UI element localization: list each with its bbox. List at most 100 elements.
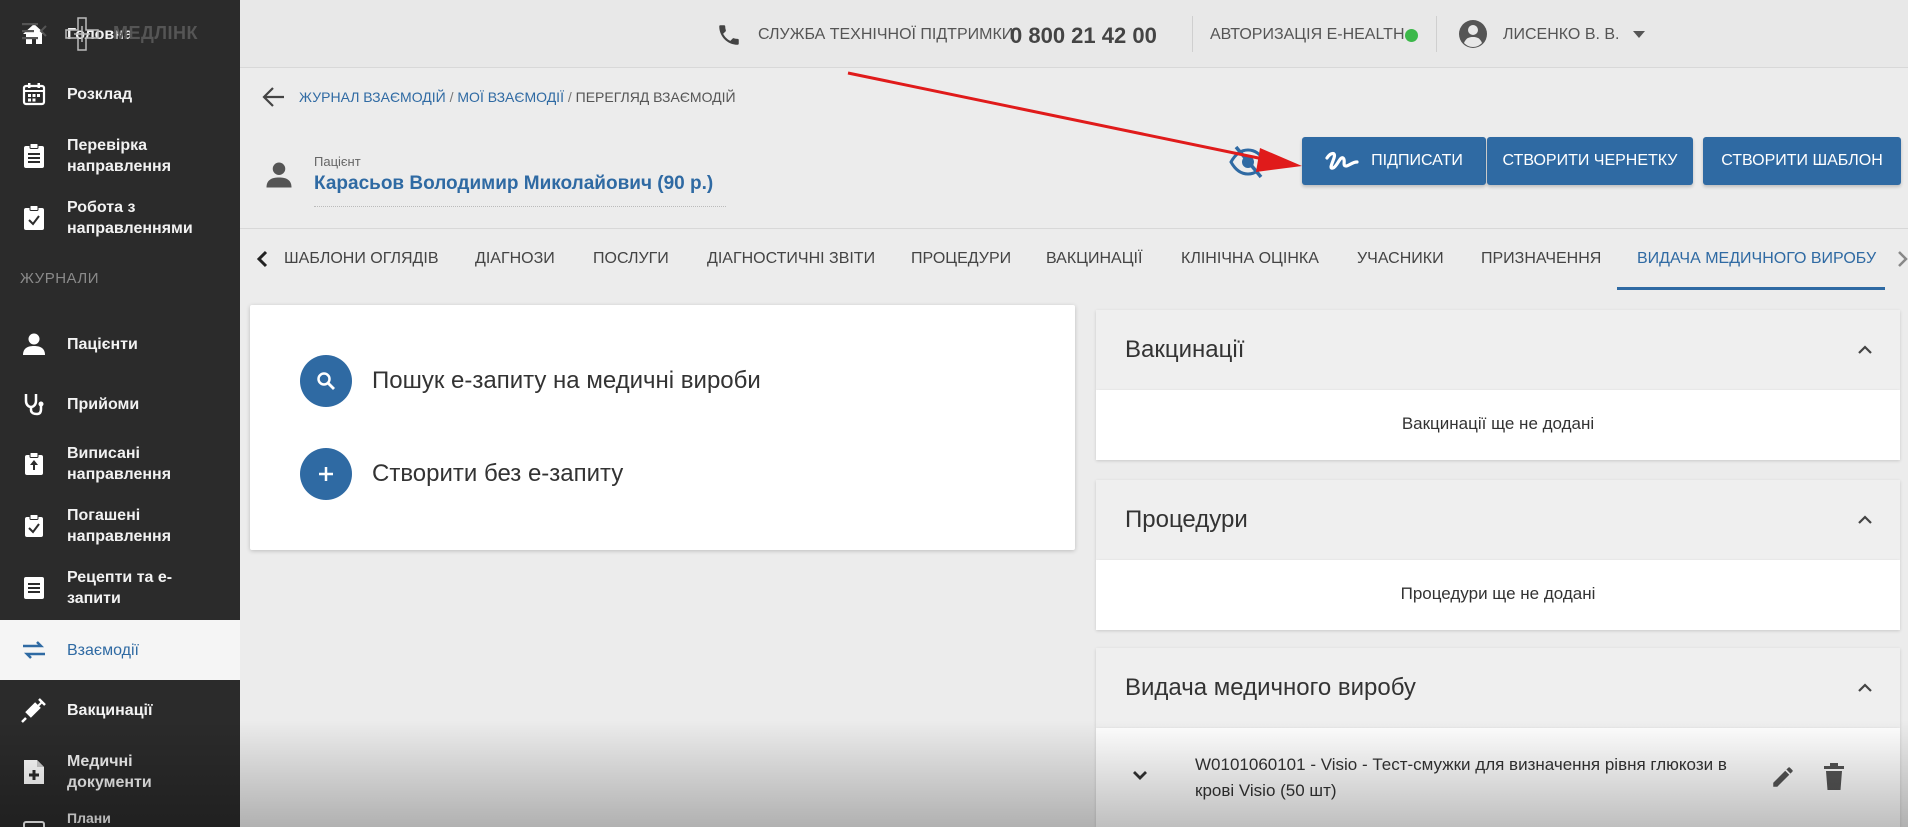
sidebar-item-medical-documents[interactable]: Медичні документи — [0, 750, 240, 794]
sidebar-item-label: Пацієнти — [67, 335, 138, 353]
sidebar-item-patients[interactable]: Пацієнти — [0, 324, 240, 364]
chevron-down-icon[interactable] — [1130, 768, 1150, 782]
tab-procedures[interactable]: ПРОЦЕДУРИ — [911, 250, 1011, 268]
sidebar-item-label: Погашені направлення — [67, 507, 172, 545]
sidebar-item-label: Медичні документи — [67, 753, 152, 791]
ehealth-auth-label[interactable]: АВТОРИЗАЦІЯ E-HEALTH — [1210, 26, 1405, 44]
swap-icon — [20, 636, 48, 664]
chevron-up-icon[interactable] — [1856, 513, 1874, 525]
tab-vaccinations[interactable]: ВАКЦИНАЦІЇ — [1046, 250, 1142, 268]
header-divider — [1192, 16, 1193, 52]
sidebar-item-prescriptions[interactable]: Рецепти та е- запити — [0, 566, 240, 610]
list-icon — [20, 574, 48, 602]
sidebar-item-plans[interactable]: Плани — [0, 810, 240, 827]
sidebar-item-issued-referrals[interactable]: Виписані направлення — [0, 442, 240, 486]
sidebar-item-appointments[interactable]: Прийоми — [0, 384, 240, 424]
procedures-empty-text: Процедури ще не додані — [1400, 584, 1596, 603]
patient-person-icon — [264, 160, 294, 190]
sidebar-item-label: Плани — [67, 810, 111, 826]
sidebar-item-label: Прийоми — [67, 395, 140, 413]
breadcrumb-link-my-interactions[interactable]: МОЇ ВЗАЄМОДІЇ — [457, 89, 564, 105]
breadcrumb: ЖУРНАЛ ВЗАЄМОДІЙ / МОЇ ВЗАЄМОДІЇ / ПЕРЕГ… — [299, 89, 736, 105]
medlink-logo-icon — [62, 14, 102, 54]
tab-clinical-assessment[interactable]: КЛІНІЧНА ОЦІНКА — [1181, 250, 1319, 268]
support-label: СЛУЖБА ТЕХНІЧНОЇ ПІДТРИМКИ — [758, 26, 1014, 43]
signature-icon — [1325, 151, 1359, 170]
person-icon — [20, 330, 48, 358]
create-template-button[interactable]: СТВОРИТИ ШАБЛОН — [1703, 137, 1901, 185]
sidebar-item-label: Вакцинації — [67, 701, 153, 719]
patient-underline — [314, 206, 726, 207]
clipboard-list-icon — [20, 142, 48, 170]
tab-services[interactable]: ПОСЛУГИ — [593, 250, 669, 268]
sidebar-item-label: Виписані направлення — [67, 445, 172, 483]
app-title: МЕДЛІНК — [113, 23, 198, 43]
tab-exam-templates[interactable]: ШАБЛОНИ ОГЛЯДІВ — [284, 250, 439, 268]
chevron-up-icon[interactable] — [1856, 681, 1874, 693]
sidebar-item-vaccinations[interactable]: Вакцинації — [0, 690, 240, 730]
sidebar-item-referrals-work[interactable]: Робота з направленнями — [0, 196, 240, 240]
create-draft-button[interactable]: СТВОРИТИ ЧЕРНЕТКУ — [1487, 137, 1693, 185]
phone-icon — [716, 22, 742, 48]
breadcrumb-separator: / — [567, 89, 572, 105]
sign-button[interactable]: ПІДПИСАТИ — [1302, 137, 1486, 185]
calendar-icon — [20, 80, 48, 108]
clipboard-up-icon — [20, 450, 48, 478]
search-erequest-label: Пошук е-запиту на медичні вироби — [372, 367, 761, 394]
tabs-scroll-left-icon[interactable] — [255, 250, 269, 268]
sign-button-label: ПІДПИСАТИ — [1371, 152, 1463, 169]
user-avatar-icon[interactable] — [1458, 19, 1488, 49]
sidebar-item-interactions[interactable]: Взаємодії — [0, 620, 240, 680]
create-without-erequest-action[interactable]: Створити без е-запиту — [300, 448, 623, 500]
document-plus-icon — [20, 758, 48, 786]
tab-prescriptions[interactable]: ПРИЗНАЧЕННЯ — [1481, 250, 1601, 268]
edit-pencil-icon[interactable] — [1770, 764, 1796, 790]
header-divider — [1436, 16, 1437, 52]
search-icon — [300, 355, 352, 407]
user-name[interactable]: ЛИСЕНКО В. В. — [1503, 26, 1620, 44]
sidebar-item-label: Розклад — [67, 85, 133, 103]
tab-diagnoses[interactable]: ДІАГНОЗИ — [475, 250, 555, 268]
active-tab-indicator — [1617, 287, 1885, 290]
clipboard-check-icon — [20, 512, 48, 540]
syringe-icon — [20, 696, 48, 724]
sidebar-item-label: Робота з направленнями — [67, 199, 193, 237]
plus-icon — [300, 448, 352, 500]
tab-participants[interactable]: УЧАСНИКИ — [1357, 250, 1444, 268]
sidebar-item-label: Взаємодії — [67, 641, 139, 659]
ehealth-status-dot — [1405, 29, 1418, 42]
sidebar-item-label: Рецепти та е- запити — [67, 569, 173, 607]
procedures-panel-title: Процедури — [1125, 506, 1248, 533]
search-erequest-action[interactable]: Пошук е-запиту на медичні вироби — [300, 355, 761, 407]
medical-device-panel-title: Видача медичного виробу — [1125, 674, 1416, 701]
vaccinations-panel-title: Вакцинації — [1125, 336, 1245, 363]
back-arrow-icon[interactable] — [262, 86, 286, 108]
breadcrumb-separator: / — [449, 89, 454, 105]
trash-icon[interactable] — [1822, 763, 1846, 791]
eye-off-icon[interactable] — [1228, 144, 1268, 180]
sidebar-item-label: Перевірка направлення — [67, 137, 172, 175]
vaccinations-empty-text: Вакцинації ще не додані — [1401, 414, 1595, 433]
sidebar-section-journals: ЖУРНАЛИ — [20, 270, 100, 287]
sidebar: Головна Розклад Перевірка направлення Ро… — [0, 0, 240, 827]
plans-icon — [20, 814, 48, 827]
breadcrumb-current: ПЕРЕГЛЯД ВЗАЄМОДІЙ — [575, 89, 736, 105]
create-without-erequest-label: Створити без е-запиту — [372, 460, 624, 487]
chevron-up-icon[interactable] — [1856, 343, 1874, 355]
medical-device-item: W0101060101 - Visio - Тест-смужки для ви… — [1195, 755, 1727, 800]
stethoscope-icon — [20, 390, 48, 418]
support-phone: 0 800 21 42 00 — [1010, 23, 1157, 48]
sidebar-item-referral-check[interactable]: Перевірка направлення — [0, 134, 240, 178]
patient-caption: Пацієнт — [314, 154, 361, 169]
tabs-scroll-right-icon[interactable] — [1896, 250, 1908, 268]
user-menu-caret-icon[interactable] — [1633, 31, 1645, 38]
menu-collapse-icon[interactable] — [22, 20, 48, 42]
patient-name[interactable]: Карасьов Володимир Миколайович (90 р.) — [314, 173, 713, 195]
tab-medical-device[interactable]: ВИДАЧА МЕДИЧНОГО ВИРОБУ — [1637, 250, 1876, 268]
sidebar-item-redeemed-referrals[interactable]: Погашені направлення — [0, 504, 240, 548]
sidebar-item-schedule[interactable]: Розклад — [0, 74, 240, 114]
clipboard-icon — [20, 204, 48, 232]
breadcrumb-link-journal[interactable]: ЖУРНАЛ ВЗАЄМОДІЙ — [299, 89, 446, 105]
tab-diagnostic-reports[interactable]: ДІАГНОСТИЧНІ ЗВІТИ — [707, 250, 875, 268]
medical-device-actions-card — [250, 305, 1075, 550]
